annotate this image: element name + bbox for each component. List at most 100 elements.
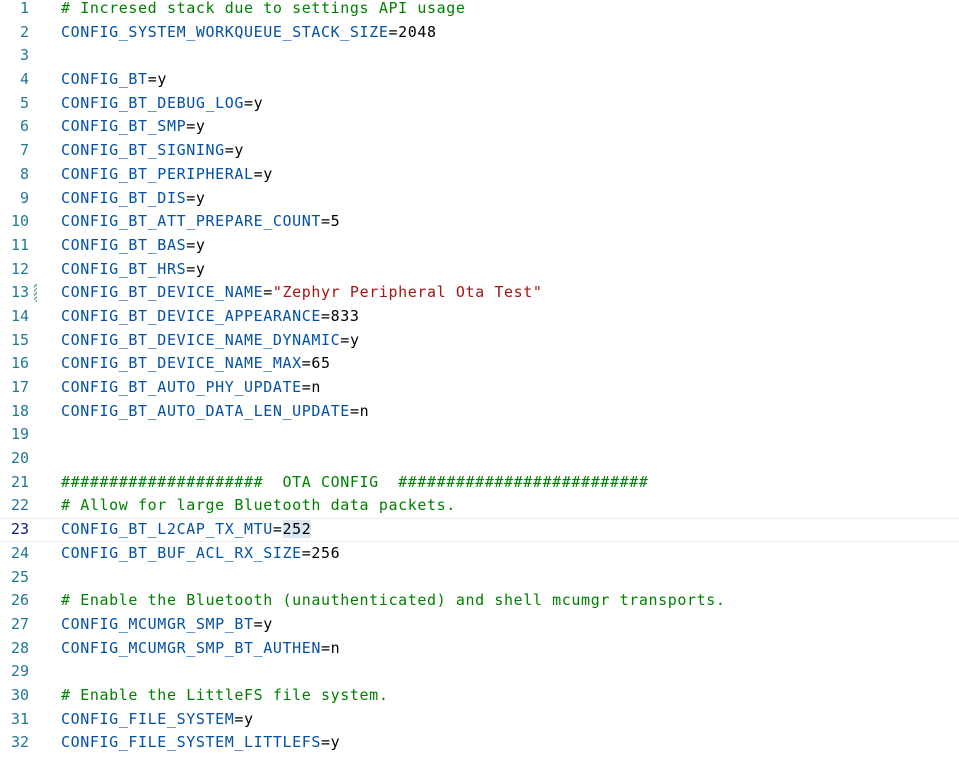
equals-operator: = xyxy=(147,70,158,89)
line-number: 13 xyxy=(10,283,29,302)
code-line[interactable]: 23 CONFIG_BT_L2CAP_TX_MTU=252 xyxy=(0,518,959,542)
equals-operator: = xyxy=(301,354,312,373)
code-line[interactable]: 10 CONFIG_BT_ATT_PREPARE_COUNT=5 xyxy=(0,210,959,234)
line-number: 27 xyxy=(10,614,29,633)
config-key: CONFIG_BT_PERIPHERAL xyxy=(61,164,254,183)
code-line[interactable]: 15 CONFIG_BT_DEVICE_NAME_DYNAMIC=y xyxy=(0,329,959,353)
line-code: CONFIG_BT_PERIPHERAL=y xyxy=(61,163,273,187)
config-value: y xyxy=(234,141,245,160)
config-key: CONFIG_BT_DEVICE_NAME_DYNAMIC xyxy=(61,330,341,349)
equals-operator: = xyxy=(243,93,254,112)
code-line[interactable]: 11 CONFIG_BT_BAS=y xyxy=(0,234,959,258)
code-line[interactable]: 28 CONFIG_MCUMGR_SMP_BT_AUTHEN=n xyxy=(0,637,959,661)
code-line[interactable]: 20 xyxy=(0,447,959,471)
code-line[interactable]: 12 CONFIG_BT_HRS=y xyxy=(0,258,959,282)
line-code: # Incresed stack due to settings API usa… xyxy=(61,0,466,21)
line-code: CONFIG_MCUMGR_SMP_BT_AUTHEN=n xyxy=(61,637,340,661)
line-code: # Allow for large Bluetooth data packets… xyxy=(61,494,456,518)
code-line[interactable]: 29 xyxy=(0,660,959,684)
code-line[interactable]: 5 CONFIG_BT_DEBUG_LOG=y xyxy=(0,92,959,116)
config-key: CONFIG_MCUMGR_SMP_BT xyxy=(61,614,254,633)
code-line[interactable]: 31 CONFIG_FILE_SYSTEM=y xyxy=(0,708,959,732)
line-number: 26 xyxy=(10,591,29,610)
code-line[interactable]: 27 CONFIG_MCUMGR_SMP_BT=y xyxy=(0,613,959,637)
line-number: 21 xyxy=(10,472,29,491)
line-code: CONFIG_FILE_SYSTEM=y xyxy=(61,708,254,732)
line-code: CONFIG_MCUMGR_SMP_BT=y xyxy=(61,613,273,637)
code-line[interactable]: 25 xyxy=(0,566,959,590)
code-line[interactable]: 30 # Enable the LittleFS file system. xyxy=(0,684,959,708)
code-line[interactable]: 1 # Incresed stack due to settings API us… xyxy=(0,0,959,21)
line-number: 24 xyxy=(10,543,29,562)
code-line[interactable]: 24 CONFIG_BT_BUF_ACL_RX_SIZE=256 xyxy=(0,542,959,566)
code-line[interactable]: 18 CONFIG_BT_AUTO_DATA_LEN_UPDATE=n xyxy=(0,400,959,424)
modified-line-gutter-marker[interactable] xyxy=(34,284,37,303)
code-line[interactable]: 16 CONFIG_BT_DEVICE_NAME_MAX=65 xyxy=(0,352,959,376)
code-line[interactable]: 8 CONFIG_BT_PERIPHERAL=y xyxy=(0,163,959,187)
code-line[interactable]: 32 CONFIG_FILE_SYSTEM_LITTLEFS=y xyxy=(0,731,959,755)
config-key: CONFIG_BT_ATT_PREPARE_COUNT xyxy=(61,212,322,231)
line-number: 8 xyxy=(19,164,29,183)
line-code: CONFIG_BT_ATT_PREPARE_COUNT=5 xyxy=(61,210,340,234)
line-code: CONFIG_BT_DEBUG_LOG=y xyxy=(61,92,263,116)
code-line[interactable]: 17 CONFIG_BT_AUTO_PHY_UPDATE=n xyxy=(0,376,959,400)
config-key: CONFIG_BT_BUF_ACL_RX_SIZE xyxy=(61,543,302,562)
code-line[interactable]: 4 CONFIG_BT=y xyxy=(0,68,959,92)
equals-operator: = xyxy=(321,638,331,657)
code-editor[interactable]: 1 # Incresed stack due to settings API us… xyxy=(0,0,959,755)
line-code: CONFIG_BT_DEVICE_NAME_MAX=65 xyxy=(61,352,331,376)
equals-operator: = xyxy=(301,378,312,396)
comment-text: # Incresed stack due to settings API usa… xyxy=(61,0,466,17)
equals-operator: = xyxy=(253,614,264,633)
line-number: 30 xyxy=(10,685,29,704)
config-value: y xyxy=(157,70,167,89)
config-value: y xyxy=(263,614,273,633)
equals-operator: = xyxy=(186,117,196,136)
equals-operator: = xyxy=(272,520,283,539)
line-code: CONFIG_BT_DEVICE_NAME_DYNAMIC=y xyxy=(61,329,360,353)
code-line[interactable]: 9 CONFIG_BT_DIS=y xyxy=(0,187,959,211)
line-code: CONFIG_BT=y xyxy=(61,68,167,92)
code-line[interactable]: 19 xyxy=(0,423,959,447)
line-code: CONFIG_BT_SIGNING=y xyxy=(61,139,244,163)
config-value: y xyxy=(253,93,264,112)
line-number: 5 xyxy=(19,93,29,112)
code-line[interactable]: 13 CONFIG_BT_DEVICE_NAME="Zephyr Peripher… xyxy=(0,281,959,305)
line-number: 6 xyxy=(19,117,29,136)
line-number: 22 xyxy=(10,496,29,515)
code-line[interactable]: 3 xyxy=(0,44,959,68)
line-number: 19 xyxy=(10,425,29,444)
line-number: 20 xyxy=(10,449,29,468)
line-number: 7 xyxy=(19,141,29,160)
config-value: y xyxy=(195,235,206,254)
code-line[interactable]: 14 CONFIG_BT_DEVICE_APPEARANCE=833 xyxy=(0,305,959,329)
line-number: 17 xyxy=(10,378,29,396)
config-key: CONFIG_BT_DEVICE_NAME_MAX xyxy=(61,354,302,373)
equals-operator: = xyxy=(224,141,235,160)
code-line[interactable]: 22 # Allow for large Bluetooth data packe… xyxy=(0,494,959,518)
code-line[interactable]: 7 CONFIG_BT_SIGNING=y xyxy=(0,139,959,163)
line-number: 3 xyxy=(19,46,29,65)
code-line[interactable]: 26 # Enable the Bluetooth (unauthenticate… xyxy=(0,589,959,613)
line-number: 29 xyxy=(10,662,29,681)
config-value: 2048 xyxy=(398,22,437,41)
config-key: CONFIG_BT_SMP xyxy=(61,117,187,136)
code-line[interactable]: 21 ##################### OTA CONFIG #####… xyxy=(0,471,959,495)
equals-operator: = xyxy=(388,22,399,41)
line-code: CONFIG_BT_HRS=y xyxy=(61,258,205,282)
line-number: 16 xyxy=(10,354,29,373)
line-code: CONFIG_BT_L2CAP_TX_MTU=252 xyxy=(61,518,312,542)
config-key: CONFIG_FILE_SYSTEM_LITTLEFS xyxy=(61,733,322,752)
equals-operator: = xyxy=(321,212,331,231)
config-value: y xyxy=(263,164,273,183)
code-line[interactable]: 2 CONFIG_SYSTEM_WORKQUEUE_STACK_SIZE=2048 xyxy=(0,21,959,45)
code-line[interactable]: 6 CONFIG_BT_SMP=y xyxy=(0,115,959,139)
line-number: 18 xyxy=(10,401,29,420)
config-key: CONFIG_BT_L2CAP_TX_MTU xyxy=(61,520,273,539)
config-key: CONFIG_SYSTEM_WORKQUEUE_STACK_SIZE xyxy=(61,22,389,41)
line-code: CONFIG_BT_DEVICE_NAME="Zephyr Peripheral… xyxy=(61,281,543,305)
config-value: n xyxy=(311,378,322,396)
line-number: 2 xyxy=(19,22,29,41)
line-number: 28 xyxy=(10,638,29,657)
equals-operator: = xyxy=(253,164,264,183)
